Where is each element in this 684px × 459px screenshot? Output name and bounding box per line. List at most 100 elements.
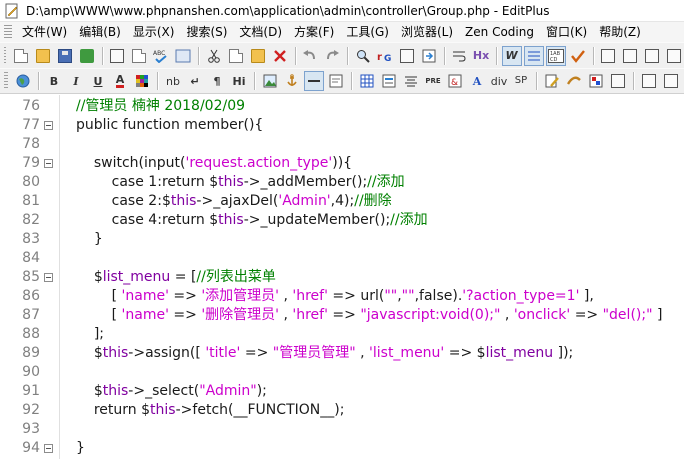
- hex-view-button[interactable]: [173, 46, 193, 66]
- delete-button[interactable]: [270, 46, 290, 66]
- menu-document[interactable]: 文档(D): [233, 23, 288, 41]
- menu-zen-coding[interactable]: Zen Coding: [459, 23, 540, 41]
- copy-button[interactable]: [226, 46, 246, 66]
- horizontal-rule-button[interactable]: [304, 71, 324, 91]
- special-chars-button[interactable]: &: [445, 71, 465, 91]
- cut-button[interactable]: [204, 46, 224, 66]
- print-preview-button[interactable]: [129, 46, 149, 66]
- toolbar-grip-icon[interactable]: [4, 46, 6, 65]
- code-line[interactable]: 80 case 1:return $this->_addMember();//添…: [0, 173, 684, 192]
- center-button[interactable]: [401, 71, 421, 91]
- menu-tools[interactable]: 工具(G): [340, 23, 395, 41]
- code-line[interactable]: 90: [0, 363, 684, 382]
- div-button[interactable]: div: [489, 71, 509, 91]
- document-list-button[interactable]: [598, 46, 618, 66]
- line-break-button[interactable]: ↵: [185, 71, 205, 91]
- fold-toggle-icon[interactable]: [44, 121, 53, 130]
- redo-button[interactable]: [322, 46, 342, 66]
- heading-button[interactable]: Hi: [229, 71, 249, 91]
- heading-hx-button[interactable]: Hx: [471, 46, 491, 66]
- nbsp-button[interactable]: nb: [163, 71, 183, 91]
- menu-view[interactable]: 显示(X): [127, 23, 181, 41]
- word-wrap-toggle[interactable]: W: [501, 45, 522, 66]
- code-line[interactable]: 88 ];: [0, 325, 684, 344]
- font-button[interactable]: A: [467, 71, 487, 91]
- line-number: 79: [22, 155, 40, 171]
- spell-check-button[interactable]: ABC: [151, 46, 171, 66]
- code-text: $list_menu = [//列表出菜单: [93, 269, 276, 285]
- center-align-icon: [405, 76, 417, 87]
- italic-button[interactable]: I: [66, 71, 86, 91]
- color-grid-button[interactable]: [132, 71, 152, 91]
- column-marker-toggle[interactable]: 1AB CD: [545, 45, 566, 66]
- menu-edit[interactable]: 编辑(B): [73, 23, 127, 41]
- cliptext-button[interactable]: [639, 71, 659, 91]
- fold-toggle-icon[interactable]: [44, 159, 53, 168]
- undo-button[interactable]: [300, 46, 320, 66]
- code-line[interactable]: 77 public function member(){: [0, 116, 684, 135]
- code-line[interactable]: 91 $this->_select("Admin");: [0, 382, 684, 401]
- find-button[interactable]: [353, 46, 373, 66]
- code-line[interactable]: 92 return $this->fetch(__FUNCTION__);: [0, 401, 684, 420]
- table-button[interactable]: [357, 71, 377, 91]
- html-toolbar-extra-button[interactable]: [608, 71, 628, 91]
- save-button[interactable]: [55, 46, 75, 66]
- code-line[interactable]: 94}: [0, 439, 684, 458]
- directory-window-button[interactable]: [620, 46, 640, 66]
- code-line[interactable]: 79 switch(input('request.action_type')){: [0, 154, 684, 173]
- code-line[interactable]: 87 [ 'name' => '删除管理员' , 'href' => "java…: [0, 306, 684, 325]
- code-line[interactable]: 86 [ 'name' => '添加管理员' , 'href' => url("…: [0, 287, 684, 306]
- output-window-button[interactable]: [642, 46, 662, 66]
- paragraph-button[interactable]: ¶: [207, 71, 227, 91]
- menu-help[interactable]: 帮助(Z): [593, 23, 647, 41]
- menu-search[interactable]: 搜索(S): [180, 23, 233, 41]
- menu-file[interactable]: 文件(W): [16, 23, 73, 41]
- color-picker-button[interactable]: [586, 71, 606, 91]
- code-line[interactable]: 93: [0, 420, 684, 439]
- line-number-toggle[interactable]: [523, 45, 544, 66]
- horizontal-rule-icon: [308, 80, 320, 82]
- fold-toggle-icon[interactable]: [44, 273, 53, 282]
- line-number: 76: [22, 98, 40, 114]
- cliptext-window-button[interactable]: [664, 46, 684, 66]
- span-button[interactable]: SP: [511, 71, 531, 91]
- pre-button[interactable]: PRE: [423, 71, 443, 91]
- css-button[interactable]: [542, 71, 562, 91]
- bold-button[interactable]: B: [44, 71, 64, 91]
- sidebar-toggle-button[interactable]: [661, 71, 681, 91]
- menu-browser[interactable]: 浏览器(L): [395, 23, 459, 41]
- fold-toggle-icon[interactable]: [44, 444, 53, 453]
- code-line[interactable]: 82 case 4:return $this->_updateMember();…: [0, 211, 684, 230]
- code-line[interactable]: 84: [0, 249, 684, 268]
- code-line[interactable]: 78: [0, 135, 684, 154]
- toolbar-grip-icon[interactable]: [4, 72, 8, 90]
- form-button[interactable]: [379, 71, 399, 91]
- code-editor[interactable]: 76 //管理员 楠神 2018/02/09 77 public function m…: [0, 95, 684, 459]
- comment-button[interactable]: [326, 71, 346, 91]
- goto-line-button[interactable]: [419, 46, 439, 66]
- paste-button[interactable]: [248, 46, 268, 66]
- replace-button[interactable]: rG: [375, 46, 395, 66]
- find-in-files-button[interactable]: [397, 46, 417, 66]
- browser-preview-button[interactable]: [13, 71, 33, 91]
- word-wrap-button[interactable]: [449, 46, 469, 66]
- checkmark-button[interactable]: [568, 46, 588, 66]
- code-line[interactable]: 83 }: [0, 230, 684, 249]
- code-line[interactable]: 76 //管理员 楠神 2018/02/09: [0, 97, 684, 116]
- code-line[interactable]: 89 $this->assign([ 'title' => "管理员管理" , …: [0, 344, 684, 363]
- menu-window[interactable]: 窗口(K): [540, 23, 593, 41]
- save-all-button[interactable]: [77, 46, 97, 66]
- underline-button[interactable]: U: [88, 71, 108, 91]
- print-button[interactable]: [107, 46, 127, 66]
- new-file-button[interactable]: [11, 46, 31, 66]
- menu-project[interactable]: 方案(F): [288, 23, 340, 41]
- code-line[interactable]: 85 $list_menu = [//列表出菜单: [0, 268, 684, 287]
- anchor-button[interactable]: [282, 71, 302, 91]
- script-button[interactable]: [564, 71, 584, 91]
- code-line[interactable]: 81 case 2:$this->_ajaxDel('Admin',4);//删…: [0, 192, 684, 211]
- image-button[interactable]: [260, 71, 280, 91]
- scissors-icon: [207, 49, 220, 63]
- open-file-button[interactable]: [33, 46, 53, 66]
- menu-grip-icon[interactable]: [4, 25, 12, 39]
- font-color-button[interactable]: A: [110, 71, 130, 91]
